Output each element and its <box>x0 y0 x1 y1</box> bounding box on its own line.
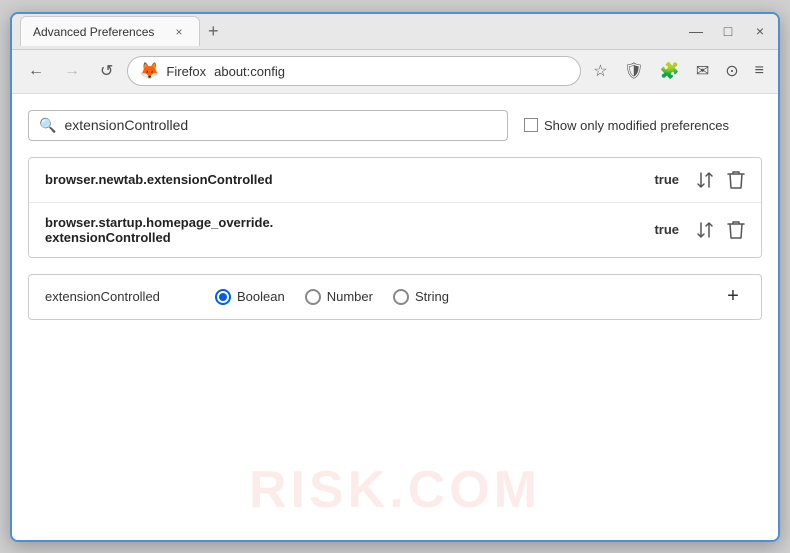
url-display: about:config <box>214 64 285 79</box>
search-bar: 🔍 Show only modified preferences <box>28 110 762 141</box>
title-bar: Advanced Preferences × + — □ × <box>12 14 778 50</box>
pref-value: true <box>644 222 679 237</box>
radio-boolean-circle[interactable] <box>215 289 231 305</box>
window-controls: — □ × <box>686 21 770 41</box>
add-preference-button[interactable]: + <box>721 285 745 309</box>
radio-string-label: String <box>415 289 449 304</box>
results-table: browser.newtab.extensionControlled true <box>28 157 762 258</box>
row-actions <box>695 220 745 240</box>
menu-icon[interactable]: ≡ <box>751 58 768 84</box>
search-input[interactable] <box>64 117 497 133</box>
show-modified-label: Show only modified preferences <box>544 118 729 133</box>
radio-boolean-label: Boolean <box>237 289 285 304</box>
radio-boolean[interactable]: Boolean <box>215 289 285 305</box>
browser-window: Advanced Preferences × + — □ × ← → ↺ 🦊 F… <box>10 12 780 542</box>
pref-name-line2: extensionControlled <box>45 230 171 245</box>
browser-tab[interactable]: Advanced Preferences × <box>20 16 200 46</box>
radio-number-label: Number <box>327 289 373 304</box>
browser-name-label: Firefox <box>166 64 206 79</box>
search-icon: 🔍 <box>39 117 56 134</box>
watermark: RISK.COM <box>249 460 541 520</box>
mail-icon[interactable]: ✉ <box>692 57 713 85</box>
new-tab-button[interactable]: + <box>200 22 227 40</box>
pref-name: browser.startup.homepage_override. exten… <box>45 215 644 245</box>
reload-button[interactable]: ↺ <box>94 57 119 85</box>
type-radio-group: Boolean Number String <box>215 289 449 305</box>
swap-button[interactable] <box>695 170 715 190</box>
delete-button[interactable] <box>727 220 745 240</box>
show-modified-option[interactable]: Show only modified preferences <box>524 118 729 133</box>
new-pref-name: extensionControlled <box>45 289 195 304</box>
radio-string-circle[interactable] <box>393 289 409 305</box>
page-content: RISK.COM 🔍 Show only modified preference… <box>12 94 778 540</box>
nav-icon-group: ☆ 🛡 🧩 ✉ ⊙ ≡ <box>589 57 768 85</box>
firefox-logo: 🦊 <box>140 62 158 80</box>
pref-name-line1: browser.startup.homepage_override. <box>45 215 273 230</box>
show-modified-checkbox[interactable] <box>524 118 538 132</box>
pref-name: browser.newtab.extensionControlled <box>45 172 644 187</box>
radio-number-circle[interactable] <box>305 289 321 305</box>
close-button[interactable]: × <box>750 21 770 41</box>
search-input-wrapper[interactable]: 🔍 <box>28 110 508 141</box>
tab-title: Advanced Preferences <box>33 25 163 39</box>
table-row: browser.newtab.extensionControlled true <box>29 158 761 203</box>
address-bar[interactable]: 🦊 Firefox about:config <box>127 56 581 86</box>
table-row: browser.startup.homepage_override. exten… <box>29 203 761 257</box>
shield-icon[interactable]: 🛡 <box>620 57 648 85</box>
add-preference-row: extensionControlled Boolean Number Strin… <box>28 274 762 320</box>
pref-value: true <box>644 172 679 187</box>
minimize-button[interactable]: — <box>686 21 706 41</box>
delete-button[interactable] <box>727 170 745 190</box>
extension-icon[interactable]: 🧩 <box>656 57 684 85</box>
forward-button[interactable]: → <box>58 58 86 84</box>
swap-button[interactable] <box>695 220 715 240</box>
back-button[interactable]: ← <box>22 58 50 84</box>
navigation-bar: ← → ↺ 🦊 Firefox about:config ☆ 🛡 🧩 ✉ ⊙ ≡ <box>12 50 778 94</box>
radio-number[interactable]: Number <box>305 289 373 305</box>
account-icon[interactable]: ⊙ <box>721 57 742 85</box>
tab-close-button[interactable]: × <box>171 24 187 40</box>
row-actions <box>695 170 745 190</box>
bookmark-icon[interactable]: ☆ <box>589 57 611 85</box>
maximize-button[interactable]: □ <box>718 21 738 41</box>
radio-string[interactable]: String <box>393 289 449 305</box>
